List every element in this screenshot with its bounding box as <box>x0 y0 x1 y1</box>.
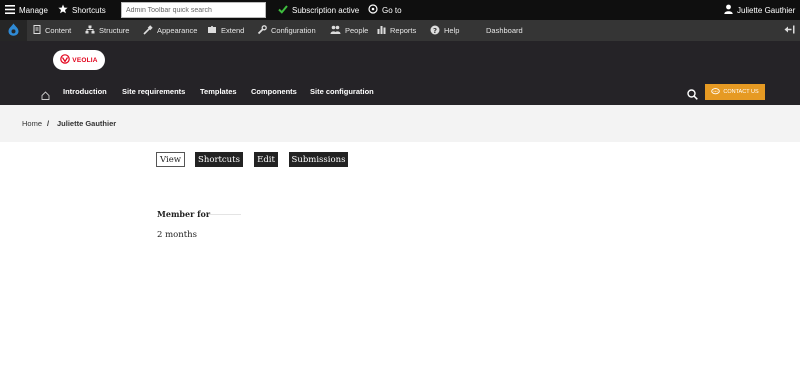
puzzle-icon <box>207 25 217 36</box>
tray-item-people[interactable]: People <box>330 20 368 41</box>
member-for-value: 2 months <box>157 230 198 240</box>
tray-item-reports[interactable]: Reports <box>377 20 416 41</box>
tray-item-label: People <box>345 26 369 35</box>
tray-item-label: Structure <box>99 26 130 35</box>
goto-button[interactable]: Go to <box>368 0 402 20</box>
tab-edit[interactable]: Edit <box>254 152 278 167</box>
breadcrumb: Home / Juliette Gauthier <box>0 105 800 142</box>
admin-toolbar: Manage Shortcuts Subscription active Go … <box>0 0 800 20</box>
user-icon <box>724 4 733 16</box>
admin-tray: Content Structure Appearance Extend Conf… <box>0 20 800 41</box>
nav-templates[interactable]: Templates <box>200 85 237 99</box>
tray-item-structure[interactable]: Structure <box>85 20 129 41</box>
home-icon[interactable] <box>41 87 50 105</box>
member-for-label: Member for <box>157 209 211 219</box>
tray-item-label: Extend <box>221 26 245 35</box>
nav-site-configuration[interactable]: Site configuration <box>310 85 374 99</box>
collapse-arrow-icon <box>784 25 795 36</box>
chat-bubble-icon <box>711 87 721 97</box>
field-divider <box>209 214 241 215</box>
breadcrumb-home[interactable]: Home <box>22 105 42 142</box>
site-logo[interactable]: VEOLIA <box>53 50 105 70</box>
sitemap-icon <box>85 25 95 36</box>
contact-us-button[interactable]: CONTACT US <box>705 84 765 100</box>
nav-site-requirements[interactable]: Site requirements <box>122 85 185 99</box>
breadcrumb-current: Juliette Gauthier <box>57 119 117 128</box>
veolia-emblem-icon <box>60 51 71 69</box>
help-icon: ? <box>430 25 440 37</box>
tray-item-label: Dashboard <box>486 26 523 35</box>
paintbrush-icon <box>143 24 153 37</box>
wrench-icon <box>257 24 267 37</box>
goto-label: Go to <box>382 5 402 15</box>
tray-item-label: Help <box>444 26 460 35</box>
shortcuts-button[interactable]: Shortcuts <box>58 0 106 20</box>
bar-chart-icon <box>377 25 386 36</box>
tray-item-content[interactable]: Content <box>33 20 71 41</box>
hamburger-icon <box>5 4 15 16</box>
star-icon <box>58 4 68 16</box>
tray-orientation-toggle[interactable] <box>784 20 795 41</box>
checkmark-icon <box>278 4 288 16</box>
tray-item-dashboard[interactable]: Dashboard <box>486 20 523 41</box>
tray-item-appearance[interactable]: Appearance <box>143 20 197 41</box>
site-header: VEOLIA Introduction Site requirements Te… <box>0 41 800 105</box>
contact-us-label: CONTACT US <box>723 89 759 95</box>
user-name-label: Juliette Gauthier <box>737 5 796 15</box>
tray-item-extend[interactable]: Extend <box>207 20 244 41</box>
tray-item-label: Reports <box>390 26 417 35</box>
tab-shortcuts[interactable]: Shortcuts <box>195 152 243 167</box>
tray-item-label: Content <box>45 26 72 35</box>
subscription-label: Subscription active <box>292 5 360 15</box>
tab-submissions[interactable]: Submissions <box>289 152 348 167</box>
people-icon <box>330 25 341 36</box>
tray-item-configuration[interactable]: Configuration <box>257 20 316 41</box>
drupal-home-button[interactable] <box>0 20 27 41</box>
tray-item-label: Appearance <box>157 26 198 35</box>
shortcuts-label: Shortcuts <box>72 5 106 15</box>
subscription-status[interactable]: Subscription active <box>278 0 359 20</box>
nav-introduction[interactable]: Introduction <box>63 85 107 99</box>
manage-button[interactable]: Manage <box>5 0 48 20</box>
svg-text:?: ? <box>433 26 437 34</box>
tray-item-label: Configuration <box>271 26 316 35</box>
compass-icon <box>368 4 378 16</box>
admin-search-input[interactable] <box>121 2 266 18</box>
nav-components[interactable]: Components <box>251 85 297 99</box>
user-menu-button[interactable]: Juliette Gauthier <box>724 0 795 20</box>
manage-label: Manage <box>19 5 48 15</box>
drupal-drop-icon <box>8 23 19 38</box>
tab-view[interactable]: View <box>156 152 185 167</box>
page-icon <box>33 25 41 36</box>
logo-text: VEOLIA <box>72 56 98 64</box>
search-icon[interactable] <box>687 87 698 105</box>
breadcrumb-separator: / <box>47 119 50 128</box>
tray-item-help[interactable]: ? Help <box>430 20 459 41</box>
